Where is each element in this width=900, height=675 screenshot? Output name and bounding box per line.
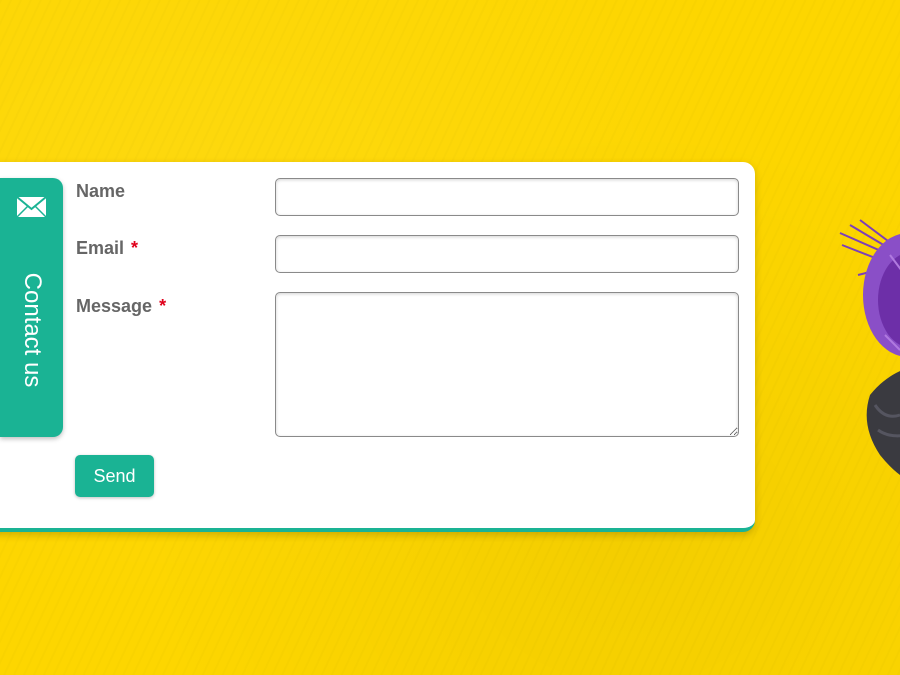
name-label: Name	[76, 181, 125, 202]
email-field[interactable]	[275, 235, 739, 273]
name-label-text: Name	[76, 181, 126, 201]
message-field[interactable]	[275, 292, 739, 437]
email-label-text: Email	[76, 238, 125, 258]
message-label-text: Message	[76, 296, 153, 316]
email-label: Email *	[76, 238, 138, 259]
contact-us-label: Contact us	[19, 272, 46, 388]
mail-icon	[16, 196, 47, 218]
send-button[interactable]: Send	[75, 455, 154, 497]
contact-us-tab[interactable]: Contact us	[0, 178, 63, 437]
email-required-mark: *	[131, 238, 139, 258]
message-label: Message *	[76, 296, 166, 317]
name-field[interactable]	[275, 178, 739, 216]
decorative-object	[839, 219, 900, 475]
message-required-mark: *	[159, 296, 167, 316]
